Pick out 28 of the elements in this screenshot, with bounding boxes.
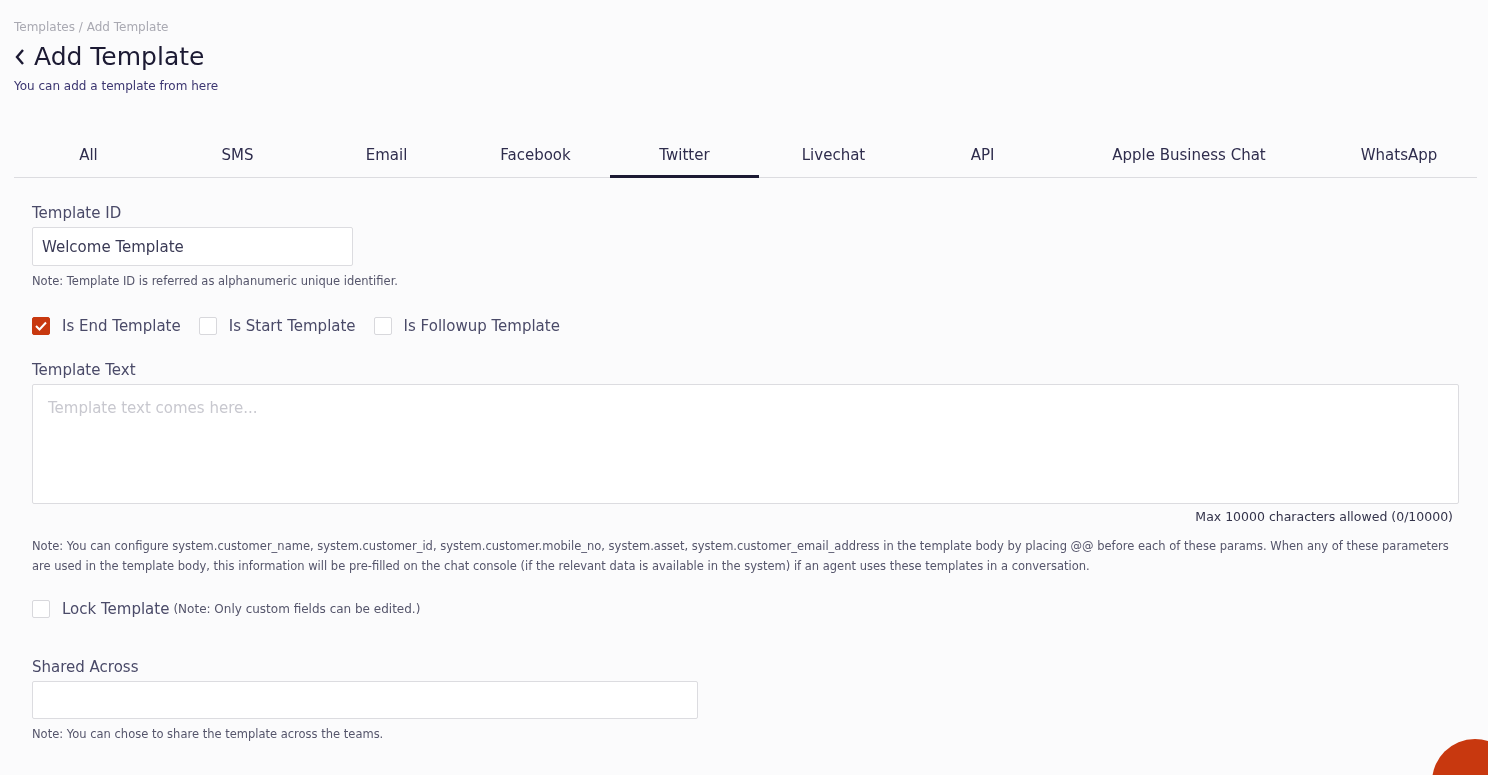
checkbox[interactable] (32, 317, 50, 335)
character-counter: Max 10000 characters allowed (0/10000) (1194, 509, 1454, 524)
checkbox-hint: (Note: Only custom fields can be edited.) (173, 602, 421, 616)
tab[interactable]: API (908, 137, 1057, 178)
field-note: Note: You can configure system.customer_name, system.customer_id, system.customer.mobile_no, system.asset, system.customer_email_address in the template body by placing @@ before each of these params. When any of these parameters are used in the template body, this information will be pre-filled on the chat console (if the relevant data is available in the system) if an agent uses these templates in a conversation. (32, 538, 1450, 575)
field-label: Shared Across (32, 658, 140, 676)
breadcrumb: Templates / Add Template (14, 20, 170, 34)
back-icon[interactable] (14, 47, 26, 66)
page-title: Add Template (34, 42, 205, 71)
field-label: Template ID (32, 204, 123, 222)
page-subtitle: You can add a template from here (14, 79, 220, 93)
tab[interactable]: Apple Business Chat (1057, 137, 1321, 178)
checkbox-label: Is Followup Template (403, 317, 560, 335)
input-field[interactable] (32, 681, 698, 719)
checkbox-label: Is Start Template (228, 317, 356, 335)
checkbox-label: Is End Template (62, 317, 181, 335)
tab[interactable]: SMS (163, 137, 312, 178)
tab[interactable]: Twitter (610, 137, 759, 178)
tab[interactable]: All (14, 137, 163, 178)
field-note: Note: Template ID is referred as alphanumeric unique identifier. (32, 273, 399, 290)
checkbox-label: Lock Template (62, 600, 170, 618)
field-label: Template Text (32, 361, 137, 379)
input-field[interactable]: Welcome Template (32, 227, 353, 266)
field-note: Note: You can chose to share the template across the teams. (32, 726, 385, 743)
tab[interactable]: WhatsApp (1321, 137, 1477, 178)
tab[interactable]: Email (312, 137, 461, 178)
tab[interactable]: Facebook (461, 137, 610, 178)
tab[interactable]: Livechat (759, 137, 908, 178)
